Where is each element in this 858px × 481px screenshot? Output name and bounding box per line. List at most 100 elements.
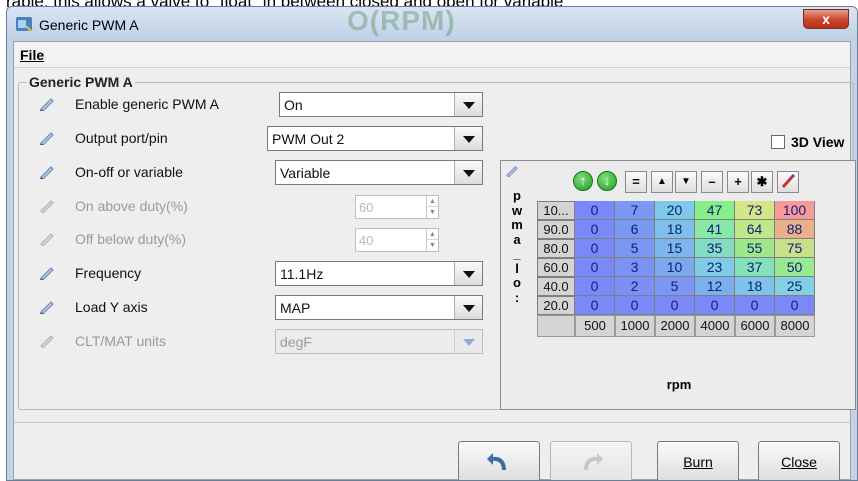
on-above-spinner[interactable]: 60 ▲ ▼ — [355, 195, 439, 219]
column-header[interactable]: 2000 — [655, 315, 695, 337]
column-header[interactable]: 8000 — [775, 315, 815, 337]
table-cell[interactable]: 0 — [615, 296, 655, 315]
spinner-down-icon[interactable]: ▼ — [427, 240, 438, 251]
off-below-spinner[interactable]: 40 ▲ ▼ — [355, 228, 439, 252]
checkbox-box[interactable] — [771, 135, 785, 149]
row-on-above: On above duty(%) 60 ▲ ▼ — [19, 193, 499, 221]
table-cell[interactable]: 18 — [655, 220, 695, 239]
table-cell[interactable]: 0 — [575, 201, 615, 220]
enable-combo[interactable]: On — [279, 92, 483, 117]
arrow-down-circle-icon[interactable]: ↓ — [597, 171, 619, 193]
chevron-down-icon[interactable] — [454, 93, 482, 116]
table-cell[interactable]: 41 — [695, 220, 735, 239]
chevron-down-icon[interactable] — [454, 127, 482, 150]
add-button[interactable]: + — [727, 171, 749, 193]
menu-file[interactable]: File — [20, 47, 44, 63]
table-cell[interactable]: 88 — [775, 220, 815, 239]
table-cell[interactable]: 6 — [615, 220, 655, 239]
spinner-buttons: ▲ ▼ — [426, 196, 438, 218]
row-header[interactable]: 10... — [537, 201, 575, 220]
chevron-down-icon[interactable] — [454, 161, 482, 184]
table-cell[interactable]: 5 — [615, 239, 655, 258]
table-cell[interactable]: 47 — [695, 201, 735, 220]
set-equal-button[interactable]: = — [625, 171, 647, 193]
load-y-combo[interactable]: MAP — [275, 295, 483, 320]
table-cell[interactable]: 0 — [575, 220, 615, 239]
frequency-label: Frequency — [75, 265, 142, 281]
arrow-up-circle-icon[interactable]: ↑ — [573, 171, 595, 193]
window-close-button[interactable]: x — [803, 9, 849, 29]
edit-pen-icon[interactable] — [39, 131, 55, 145]
table-cell[interactable]: 20 — [655, 201, 695, 220]
subtract-button[interactable]: – — [701, 171, 723, 193]
row-header[interactable]: 60.0 — [537, 258, 575, 277]
table-cell[interactable]: 0 — [775, 296, 815, 315]
chevron-down-icon[interactable] — [454, 262, 482, 285]
chevron-down-icon[interactable] — [454, 296, 482, 319]
enable-value: On — [284, 97, 303, 113]
y-axis-title: p w m a _ l o : — [511, 188, 523, 305]
decrement-button[interactable]: ▼ — [675, 171, 697, 193]
table-cell[interactable]: 37 — [735, 258, 775, 277]
frequency-value: 11.1Hz — [280, 266, 324, 282]
table-cell[interactable]: 0 — [655, 296, 695, 315]
table-cell[interactable]: 100 — [775, 201, 815, 220]
spinner-up-icon[interactable]: ▲ — [427, 196, 438, 207]
edit-pen-icon[interactable] — [39, 300, 55, 314]
spinner-up-icon[interactable]: ▲ — [427, 229, 438, 240]
row-enable: Enable generic PWM A On — [19, 91, 499, 119]
column-header[interactable]: 500 — [575, 315, 615, 337]
edit-pen-icon — [40, 200, 54, 213]
frequency-combo[interactable]: 11.1Hz — [275, 261, 483, 286]
row-header[interactable]: 40.0 — [537, 277, 575, 296]
table-cell[interactable]: 2 — [615, 277, 655, 296]
table-cell[interactable]: 0 — [695, 296, 735, 315]
close-label: Close — [781, 454, 817, 470]
spinner-down-icon[interactable]: ▼ — [427, 207, 438, 218]
title-bar[interactable]: Generic PWM A O(RPM) x — [7, 7, 857, 41]
multiply-button[interactable]: ✱ — [751, 171, 773, 193]
edit-pen-icon[interactable] — [39, 97, 55, 111]
close-button[interactable]: Close — [758, 441, 840, 480]
column-header[interactable]: 4000 — [695, 315, 735, 337]
output-combo[interactable]: PWM Out 2 — [267, 126, 483, 151]
increment-button[interactable]: ▲ — [651, 171, 673, 193]
table-cell[interactable]: 0 — [575, 296, 615, 315]
load-y-value: MAP — [280, 300, 311, 316]
edit-pen-icon[interactable] — [39, 165, 55, 179]
pen-icon[interactable] — [777, 171, 799, 193]
table-cell[interactable]: 15 — [655, 239, 695, 258]
column-header[interactable]: 1000 — [615, 315, 655, 337]
table-cell[interactable]: 0 — [575, 239, 615, 258]
table-cell[interactable]: 73 — [735, 201, 775, 220]
table-cell[interactable]: 3 — [615, 258, 655, 277]
table-cell[interactable]: 50 — [775, 258, 815, 277]
row-frequency: Frequency 11.1Hz — [19, 260, 499, 288]
row-header[interactable]: 90.0 — [537, 220, 575, 239]
table-cell[interactable]: 12 — [695, 277, 735, 296]
edit-pen-icon[interactable] — [39, 266, 55, 280]
table-cell[interactable]: 7 — [615, 201, 655, 220]
table-cell[interactable]: 0 — [575, 277, 615, 296]
table-cell[interactable]: 75 — [775, 239, 815, 258]
table-cell[interactable]: 0 — [735, 296, 775, 315]
table-cell[interactable]: 55 — [735, 239, 775, 258]
edit-pen-icon[interactable] — [505, 165, 519, 177]
onoff-combo[interactable]: Variable — [275, 160, 483, 185]
table-cell[interactable]: 5 — [655, 277, 695, 296]
burn-button[interactable]: Burn — [657, 441, 739, 480]
table-cell[interactable]: 18 — [735, 277, 775, 296]
app-icon — [16, 17, 32, 32]
clt-units-combo[interactable]: degF — [275, 329, 483, 354]
table-cell[interactable]: 25 — [775, 277, 815, 296]
table-cell[interactable]: 0 — [575, 258, 615, 277]
table-cell[interactable]: 10 — [655, 258, 695, 277]
column-header[interactable]: 6000 — [735, 315, 775, 337]
table-cell[interactable]: 64 — [735, 220, 775, 239]
row-header[interactable]: 80.0 — [537, 239, 575, 258]
row-header[interactable]: 20.0 — [537, 296, 575, 315]
undo-button[interactable] — [458, 441, 540, 480]
redo-button[interactable] — [550, 441, 632, 480]
table-cell[interactable]: 23 — [695, 258, 735, 277]
table-cell[interactable]: 35 — [695, 239, 735, 258]
